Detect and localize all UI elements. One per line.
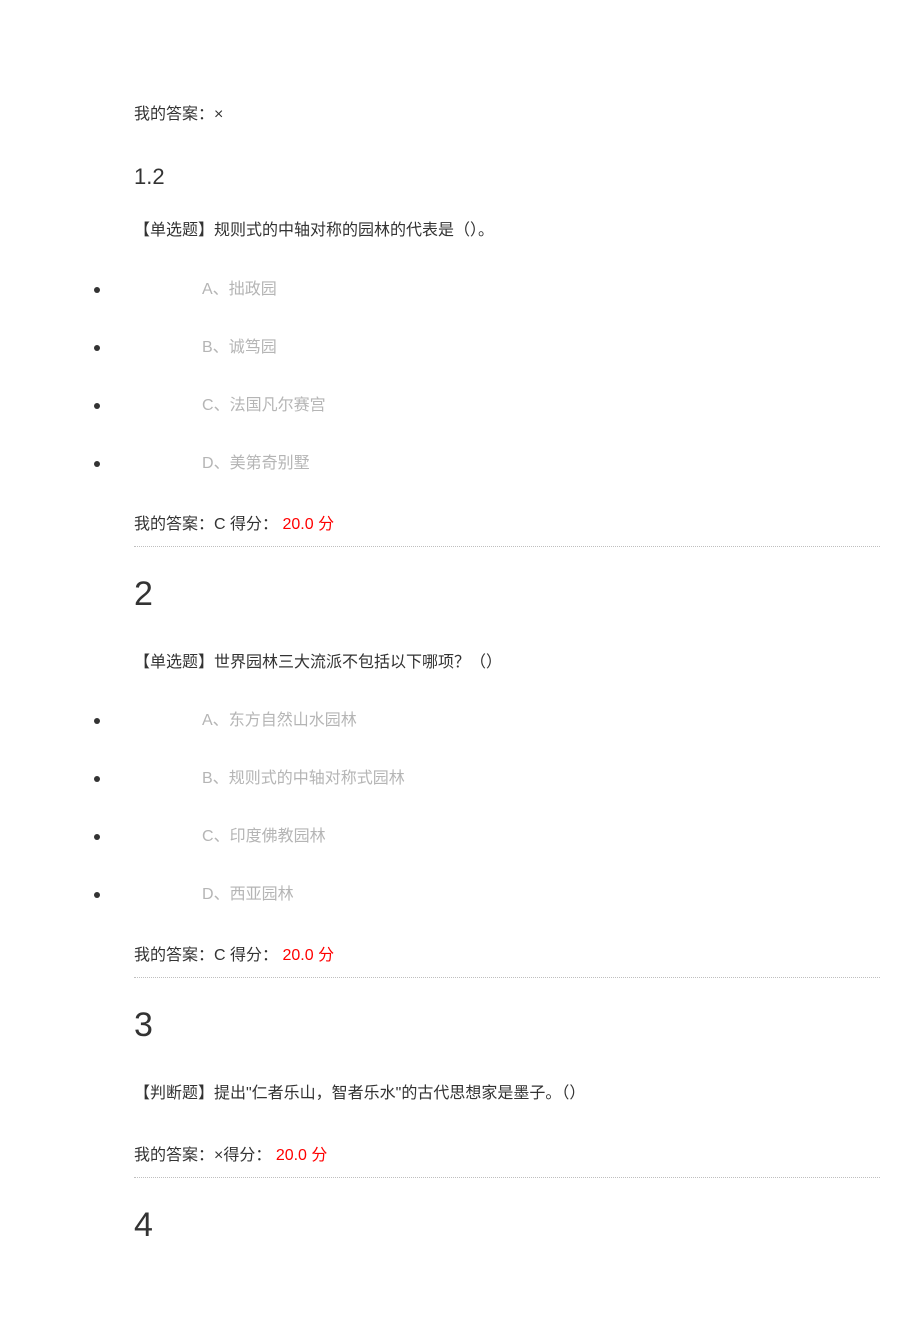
divider xyxy=(134,1177,880,1178)
option-separator: 、 xyxy=(214,828,230,845)
option-b[interactable]: B、诚笃园 xyxy=(134,336,880,360)
option-text: 印度佛教园林 xyxy=(230,828,326,845)
option-separator: 、 xyxy=(213,281,229,298)
score-label: 得分： xyxy=(226,516,283,533)
question-1-2-text: 【单选题】规则式的中轴对称的园林的代表是（）。 xyxy=(134,218,880,244)
previous-answer-value: × xyxy=(214,106,223,123)
section-number-3: 3 xyxy=(134,1006,880,1045)
section-number-4: 4 xyxy=(134,1206,880,1245)
score-label: 得分： xyxy=(223,1147,275,1164)
option-separator: 、 xyxy=(214,397,230,414)
option-label: A xyxy=(202,712,213,729)
question-1-2-options: A、拙政园 B、诚笃园 C、法国凡尔赛宫 D、美第奇别墅 xyxy=(134,278,880,476)
answer-value: C xyxy=(214,947,226,964)
option-separator: 、 xyxy=(213,712,229,729)
previous-answer-prefix: 我的答案： xyxy=(134,106,214,123)
option-d[interactable]: D、美第奇别墅 xyxy=(134,452,880,476)
answer-value: C xyxy=(214,516,226,533)
question-2-text: 【单选题】世界园林三大流派不包括以下哪项？（） xyxy=(134,650,880,676)
option-label: C xyxy=(202,828,214,845)
score-value: 20.0 xyxy=(282,947,313,964)
answer-value: × xyxy=(214,1147,223,1164)
score-unit: 分 xyxy=(314,947,334,964)
option-text: 规则式的中轴对称式园林 xyxy=(229,770,405,787)
option-separator: 、 xyxy=(214,886,230,903)
option-c[interactable]: C、印度佛教园林 xyxy=(134,825,880,849)
section-number-1-2: 1.2 xyxy=(134,164,880,190)
question-2-answer: 我的答案：C 得分： 20.0 分 xyxy=(134,941,880,965)
answer-prefix: 我的答案： xyxy=(134,516,214,533)
option-c[interactable]: C、法国凡尔赛宫 xyxy=(134,394,880,418)
option-label: B xyxy=(202,770,213,787)
option-text: 法国凡尔赛宫 xyxy=(230,397,326,414)
option-b[interactable]: B、规则式的中轴对称式园林 xyxy=(134,767,880,791)
option-separator: 、 xyxy=(214,455,230,472)
option-text: 美第奇别墅 xyxy=(230,455,310,472)
option-a[interactable]: A、拙政园 xyxy=(134,278,880,302)
score-unit: 分 xyxy=(314,516,334,533)
option-text: 东方自然山水园林 xyxy=(229,712,357,729)
score-value: 20.0 xyxy=(276,1147,307,1164)
option-separator: 、 xyxy=(213,339,229,356)
question-1-2-answer: 我的答案：C 得分： 20.0 分 xyxy=(134,510,880,534)
option-label: A xyxy=(202,281,213,298)
option-label: C xyxy=(202,397,214,414)
question-3-text: 【判断题】提出"仁者乐山，智者乐水"的古代思想家是墨子。（） xyxy=(134,1081,880,1107)
answer-prefix: 我的答案： xyxy=(134,1147,214,1164)
option-label: B xyxy=(202,339,213,356)
option-text: 拙政园 xyxy=(229,281,277,298)
option-separator: 、 xyxy=(213,770,229,787)
answer-prefix: 我的答案： xyxy=(134,947,214,964)
question-2-options: A、东方自然山水园林 B、规则式的中轴对称式园林 C、印度佛教园林 D、西亚园林 xyxy=(134,709,880,907)
option-text: 诚笃园 xyxy=(229,339,277,356)
option-text: 西亚园林 xyxy=(230,886,294,903)
option-a[interactable]: A、东方自然山水园林 xyxy=(134,709,880,733)
divider xyxy=(134,977,880,978)
previous-answer: 我的答案：× xyxy=(134,100,880,124)
score-label: 得分： xyxy=(226,947,283,964)
option-label: D xyxy=(202,455,214,472)
section-number-2: 2 xyxy=(134,575,880,614)
question-3-answer: 我的答案：×得分： 20.0 分 xyxy=(134,1141,880,1165)
option-label: D xyxy=(202,886,214,903)
score-unit: 分 xyxy=(307,1147,327,1164)
divider xyxy=(134,546,880,547)
option-d[interactable]: D、西亚园林 xyxy=(134,883,880,907)
score-value: 20.0 xyxy=(282,516,313,533)
